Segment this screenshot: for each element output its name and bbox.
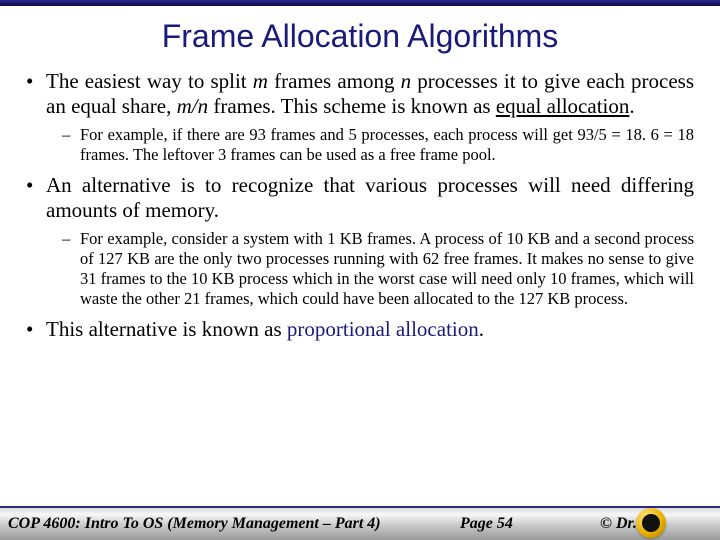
var-n: n: [401, 69, 412, 93]
term-proportional-allocation: proportional allocation: [287, 317, 479, 341]
sub-bullet-example-2: For example, consider a system with 1 KB…: [62, 229, 694, 308]
var-mn: m/n: [177, 94, 209, 118]
text: frames among: [268, 69, 401, 93]
bullet-equal-allocation: The easiest way to split m frames among …: [26, 69, 694, 165]
sub-bullet-example-1: For example, if there are 93 frames and …: [62, 125, 694, 165]
term-equal-allocation: equal allocation: [496, 94, 630, 118]
text: .: [629, 94, 634, 118]
text: .: [479, 317, 484, 341]
text: This alternative is known as: [46, 317, 287, 341]
text: frames. This scheme is known as: [208, 94, 496, 118]
footer-copyright: © Dr.: [600, 515, 637, 533]
text: The easiest way to split: [46, 69, 253, 93]
bullet-proportional-allocation: This alternative is known as proportiona…: [26, 317, 694, 342]
bullet-alternative: An alternative is to recognize that vari…: [26, 173, 694, 309]
footer-page: Page 54: [460, 515, 513, 533]
slide-title: Frame Allocation Algorithms: [0, 6, 720, 69]
ucf-logo-icon: [636, 508, 666, 538]
footer-bar: COP 4600: Intro To OS (Memory Management…: [0, 506, 720, 540]
var-m: m: [253, 69, 268, 93]
footer-course: COP 4600: Intro To OS (Memory Management…: [8, 515, 381, 533]
slide-content: The easiest way to split m frames among …: [0, 69, 720, 342]
